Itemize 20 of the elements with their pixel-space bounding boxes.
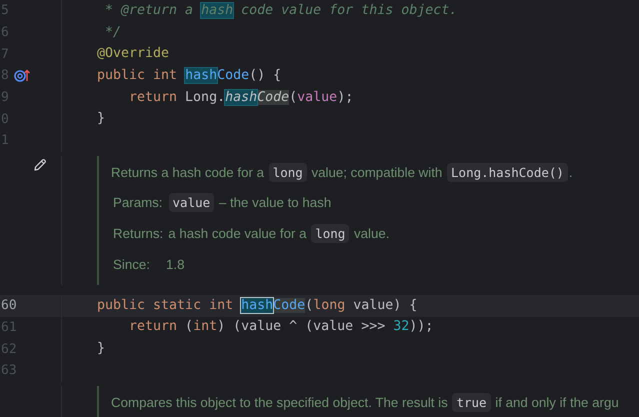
code-line: @Override [97,45,170,64]
code-line: return (int) (value ^ (value >>> 32)); [129,317,434,338]
code-line: } [97,110,106,128]
doc-tag-value: a hash code value for a long value. [168,222,390,245]
doc-description: Compares this object to the specified object. The result is true if and only if the argu [111,392,619,414]
code-line: */ [104,24,122,42]
doc-tag-label: Returns: [113,224,164,243]
code-line: public static int hashCode(long value) { [97,296,418,315]
doc-tag-label: Since: [113,256,151,274]
code-line: * @return a hash code value for this object. [104,2,458,20]
pencil-icon[interactable] [33,158,47,172]
doc-tag-value: value – the value to hash [168,192,332,214]
override-marker-icon[interactable] [14,69,31,82]
doc-tag-value: 1.8 [166,256,184,274]
line-number: 60 [0,298,17,314]
code-line: return Long.hashCode(value); [129,88,354,108]
doc-description: Returns a hash code for a long value; compatible with Long.hashCode() . [111,162,574,184]
code-line: public int hashCode() { [97,66,282,85]
doc-tag-label: Params: [113,194,163,212]
code-line: } [97,340,106,358]
